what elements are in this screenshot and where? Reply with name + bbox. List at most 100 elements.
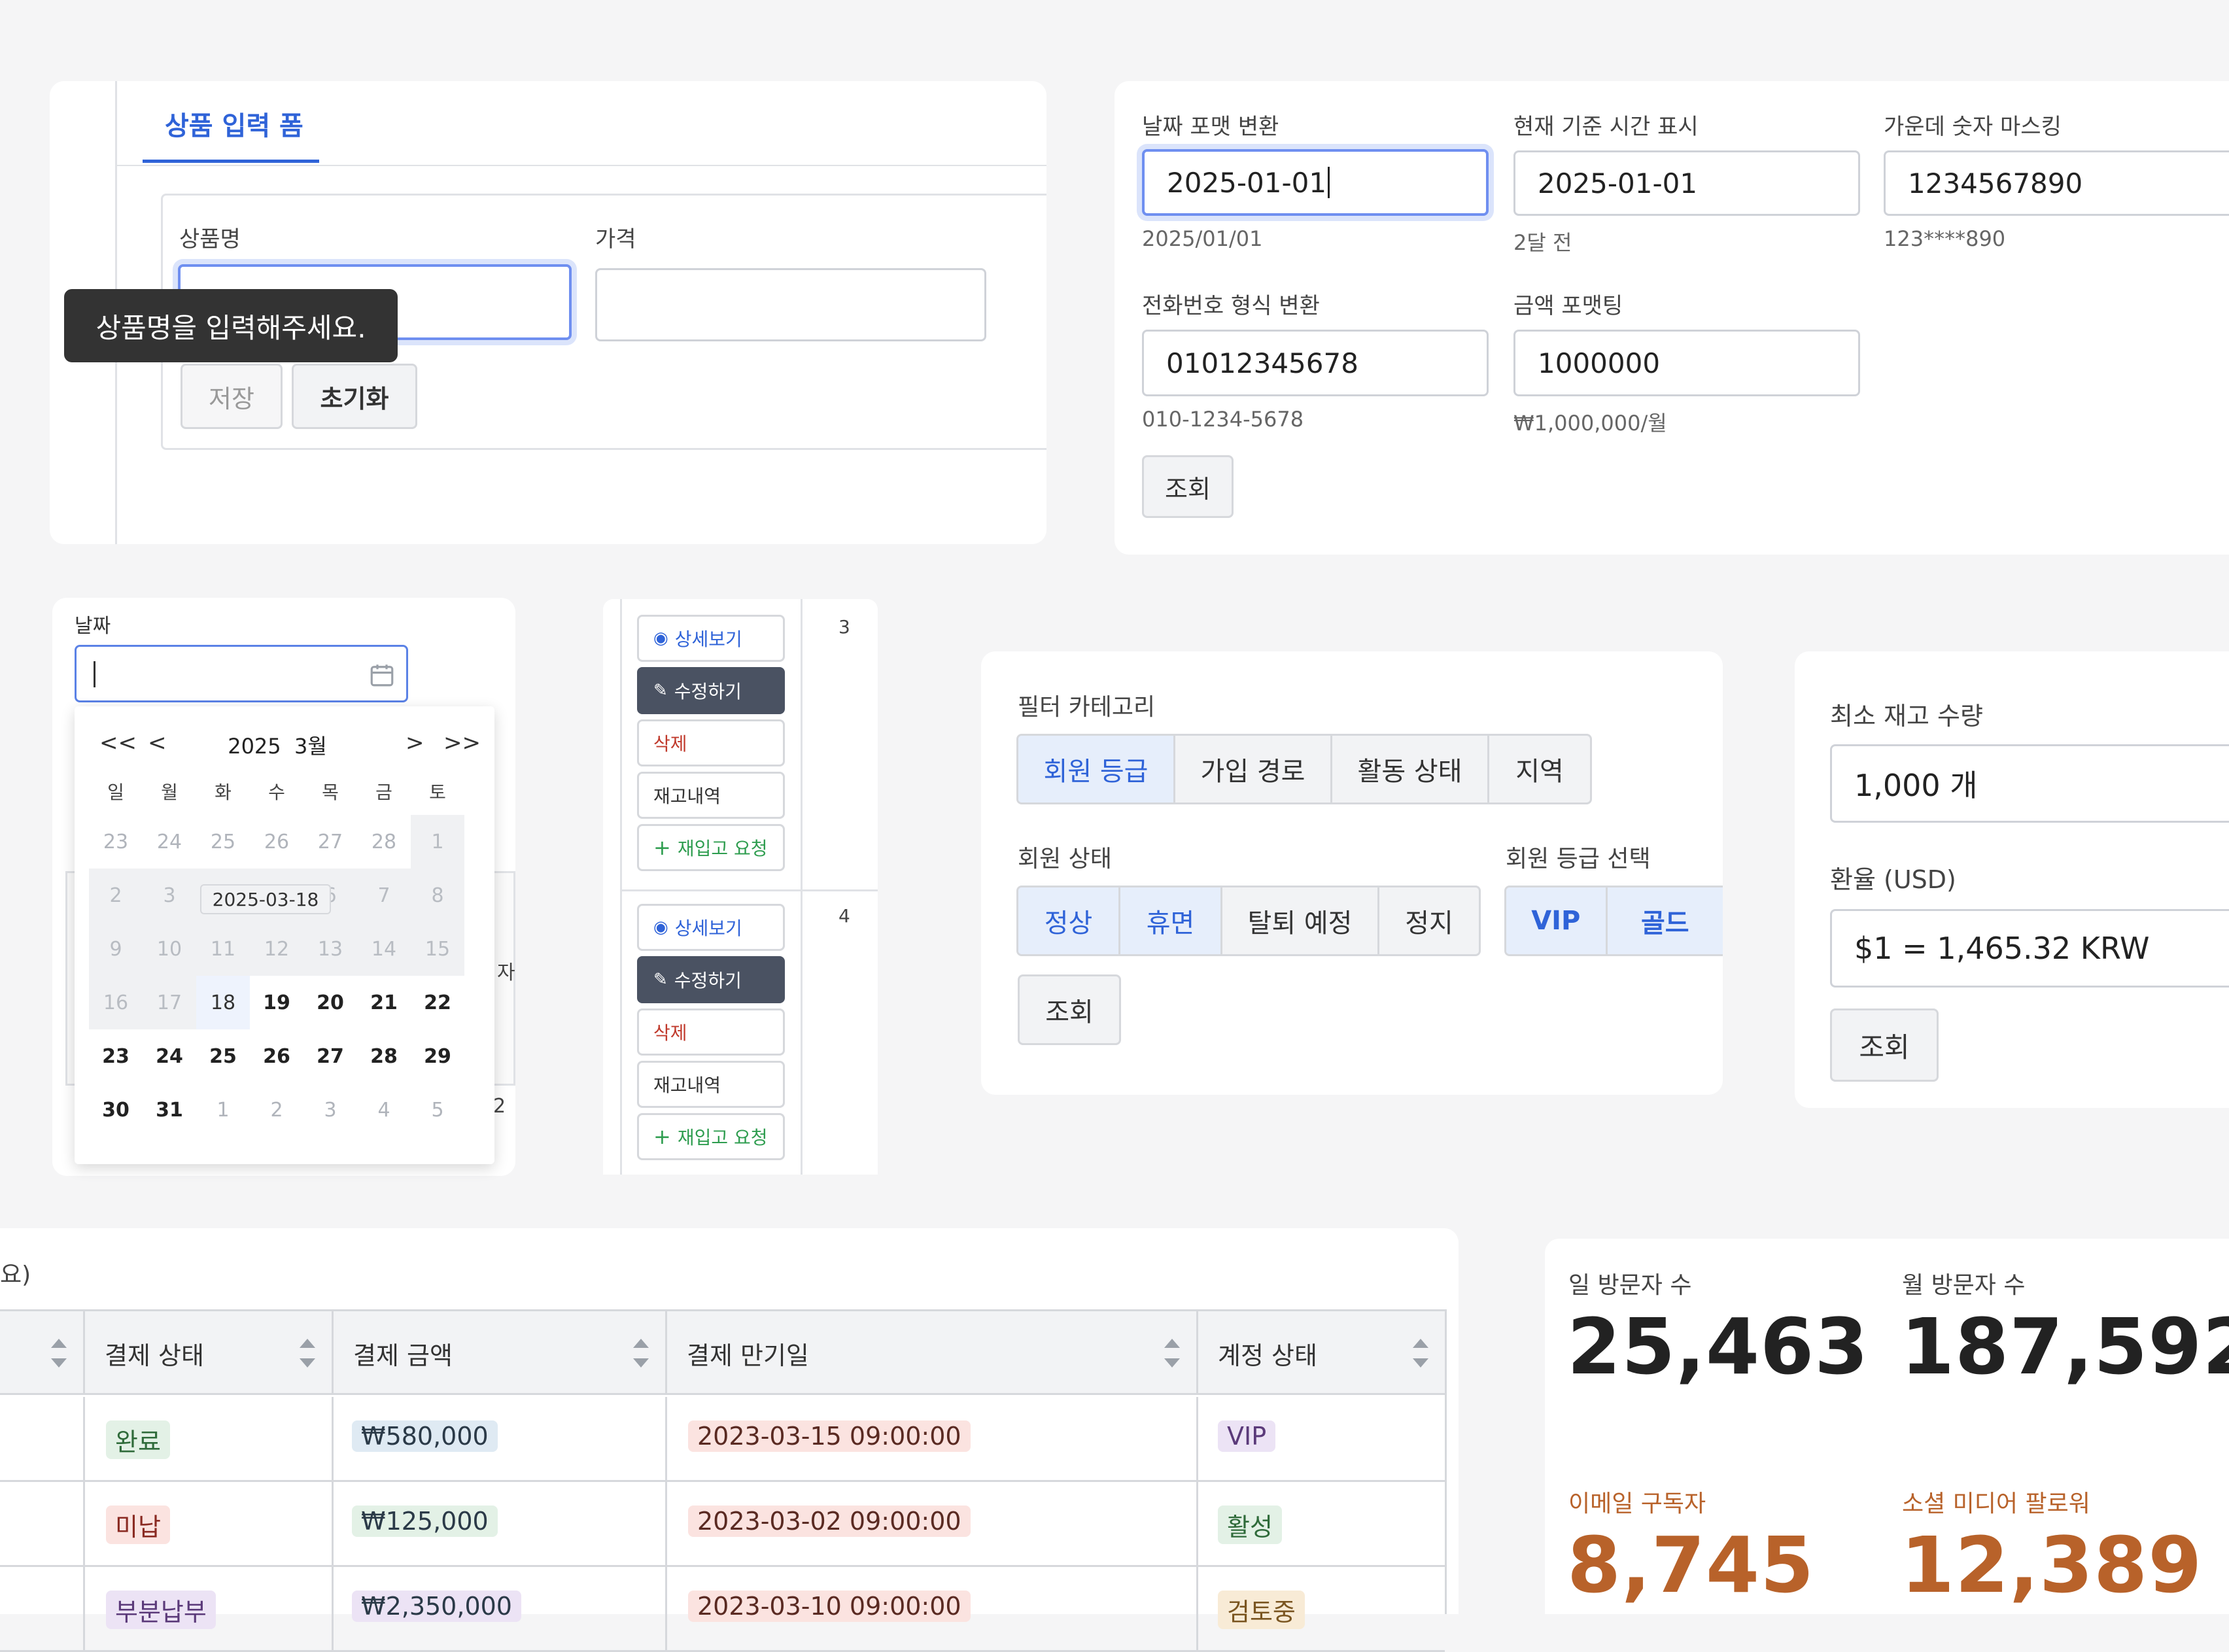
reset-button[interactable]: 초기화 xyxy=(292,364,417,429)
categorie-option[interactable]: 회원 등급 xyxy=(1018,736,1175,802)
calendar-day[interactable]: 21 xyxy=(357,976,411,1029)
calendar-day[interactable]: 26 xyxy=(250,815,303,869)
calendar-day[interactable]: 4 xyxy=(357,1083,411,1137)
calendar-day[interactable]: 25 xyxy=(196,815,250,869)
calendar-day[interactable]: 11 xyxy=(196,922,250,976)
calendar-day[interactable]: 31 xyxy=(143,1083,196,1137)
restock-request-button[interactable]: + 재입고 요청 xyxy=(637,824,785,871)
calendar-day[interactable]: 27 xyxy=(303,1029,357,1083)
pencil-icon: ✎ xyxy=(653,970,668,989)
filter-search-button[interactable]: 조회 xyxy=(1018,974,1121,1045)
social-followers-label: 소셜 미디어 팔로워 xyxy=(1902,1490,2090,1517)
phone-input[interactable]: 01012345678 xyxy=(1142,330,1489,396)
categorie-option[interactable]: 활동 상태 xyxy=(1332,736,1489,802)
column-header-due-date[interactable]: 결제 만기일 xyxy=(667,1311,1198,1395)
calendar-day[interactable]: 8 xyxy=(411,869,464,922)
statuse-option[interactable]: 휴면 xyxy=(1120,887,1222,954)
calendar-day[interactable]: 19 xyxy=(250,976,303,1029)
calendar-day[interactable]: 24 xyxy=(143,1029,196,1083)
tab-underline xyxy=(143,160,319,163)
column-divider xyxy=(332,1567,334,1652)
price-input[interactable] xyxy=(595,268,986,341)
column-header-hidden[interactable] xyxy=(0,1311,85,1395)
calendar-day[interactable]: 1 xyxy=(411,815,464,869)
calendar-day[interactable]: 18 xyxy=(196,976,250,1029)
calendar-day[interactable]: 13 xyxy=(303,922,357,976)
calendar-day[interactable]: 3 xyxy=(303,1083,357,1137)
grade-option[interactable]: VIP xyxy=(1506,887,1608,954)
money-input[interactable]: 1000000 xyxy=(1513,330,1860,396)
filter-card: 필터 카테고리 회원 등급 가입 경로 활동 상태 지역 회원 상태 정상 휴면 탈퇴 예… xyxy=(981,651,1723,1095)
formatter-search-button[interactable]: 조회 xyxy=(1142,455,1234,518)
calendar-day[interactable]: 7 xyxy=(357,869,411,922)
sort-icon[interactable] xyxy=(631,1339,651,1368)
calendar-day[interactable]: 23 xyxy=(89,1029,143,1083)
calendar-day[interactable]: 29 xyxy=(411,1029,464,1083)
stock-card: 최소 재고 수량 1,000 개 환율 (USD) $1 = 1,465.32 … xyxy=(1795,651,2229,1108)
calendar-day[interactable]: 9 xyxy=(89,922,143,976)
cell-status: 완료 xyxy=(106,1420,170,1459)
view-detail-button[interactable]: ◉ 상세보기 xyxy=(637,904,785,951)
next-month-button[interactable]: > xyxy=(406,730,424,756)
calendar-icon[interactable] xyxy=(368,661,396,689)
prev-month-button[interactable]: < xyxy=(148,730,167,756)
calendar-day[interactable]: 5 xyxy=(411,1083,464,1137)
column-header-account-status[interactable]: 계정 상태 xyxy=(1198,1311,1445,1395)
edit-button[interactable]: ✎ 수정하기 xyxy=(637,956,785,1003)
sort-icon[interactable] xyxy=(1162,1339,1182,1368)
categorie-option[interactable]: 지역 xyxy=(1489,736,1590,802)
calendar-day[interactable]: 20 xyxy=(303,976,357,1029)
stock-history-button[interactable]: 재고내역 xyxy=(637,772,785,819)
min-stock-input[interactable]: 1,000 개 xyxy=(1830,744,2229,823)
delete-button[interactable]: 삭제 xyxy=(637,1008,785,1056)
statuse-option[interactable]: 정지 xyxy=(1379,887,1479,954)
stock-search-button[interactable]: 조회 xyxy=(1830,1008,1939,1082)
calendar-day[interactable]: 27 xyxy=(303,815,357,869)
calendar-day[interactable]: 24 xyxy=(143,815,196,869)
prev-year-button[interactable]: << xyxy=(99,730,137,756)
restock-request-button[interactable]: + 재입고 요청 xyxy=(637,1113,785,1160)
calendar-day[interactable]: 10 xyxy=(143,922,196,976)
exchange-rate-input[interactable]: $1 = 1,465.32 KRW xyxy=(1830,909,2229,988)
relative-time-input[interactable]: 2025-01-01 xyxy=(1513,150,1860,216)
row-number: 3 xyxy=(838,616,850,638)
calendar-day[interactable]: 28 xyxy=(357,815,411,869)
stock-history-button[interactable]: 재고내역 xyxy=(637,1061,785,1108)
calendar-day[interactable]: 17 xyxy=(143,976,196,1029)
view-detail-button[interactable]: ◉ 상세보기 xyxy=(637,615,785,662)
calendar-day[interactable]: 1 xyxy=(196,1083,250,1137)
calendar-day[interactable]: 28 xyxy=(357,1029,411,1083)
calendar-day[interactable]: 14 xyxy=(357,922,411,976)
calendar-day[interactable]: 22 xyxy=(411,976,464,1029)
statuse-option[interactable]: 탈퇴 예정 xyxy=(1222,887,1379,954)
next-year-button[interactable]: >> xyxy=(443,730,481,756)
edit-button[interactable]: ✎ 수정하기 xyxy=(637,667,785,714)
grade-option[interactable]: 골드 xyxy=(1607,887,1723,954)
email-subscribers-value: 8,745 xyxy=(1567,1520,1815,1610)
calendar-day[interactable]: 15 xyxy=(411,922,464,976)
column-header-payment-amount[interactable]: 결제 금액 xyxy=(334,1311,667,1395)
statuse-option[interactable]: 정상 xyxy=(1018,887,1120,954)
calendar-day[interactable]: 30 xyxy=(89,1083,143,1137)
delete-button[interactable]: 삭제 xyxy=(637,719,785,766)
save-button[interactable]: 저장 xyxy=(181,364,283,429)
column-header-payment-status[interactable]: 결제 상태 xyxy=(85,1311,334,1395)
calendar-day[interactable]: 25 xyxy=(196,1029,250,1083)
tab-product-form[interactable]: 상품 입력 폼 xyxy=(165,105,303,143)
date-input[interactable] xyxy=(75,645,408,702)
calendar-day[interactable]: 26 xyxy=(250,1029,303,1083)
calendar-day[interactable]: 16 xyxy=(89,976,143,1029)
categorie-option[interactable]: 가입 경로 xyxy=(1175,736,1332,802)
calendar-day[interactable]: 3 xyxy=(143,869,196,922)
calendar-day[interactable]: 2 xyxy=(89,869,143,922)
sort-icon[interactable] xyxy=(1411,1339,1430,1368)
date-format-input[interactable]: 2025-01-01 xyxy=(1142,149,1489,216)
calendar-day[interactable]: 23 xyxy=(89,815,143,869)
weekday-label: 금 xyxy=(375,782,392,803)
calendar-day[interactable]: 2 xyxy=(250,1083,303,1137)
calendar-day[interactable]: 12 xyxy=(250,922,303,976)
sort-icon[interactable] xyxy=(298,1339,317,1368)
column-divider xyxy=(1196,1397,1198,1482)
sort-icon[interactable] xyxy=(49,1339,69,1368)
mask-input[interactable]: 1234567890 xyxy=(1884,150,2229,216)
